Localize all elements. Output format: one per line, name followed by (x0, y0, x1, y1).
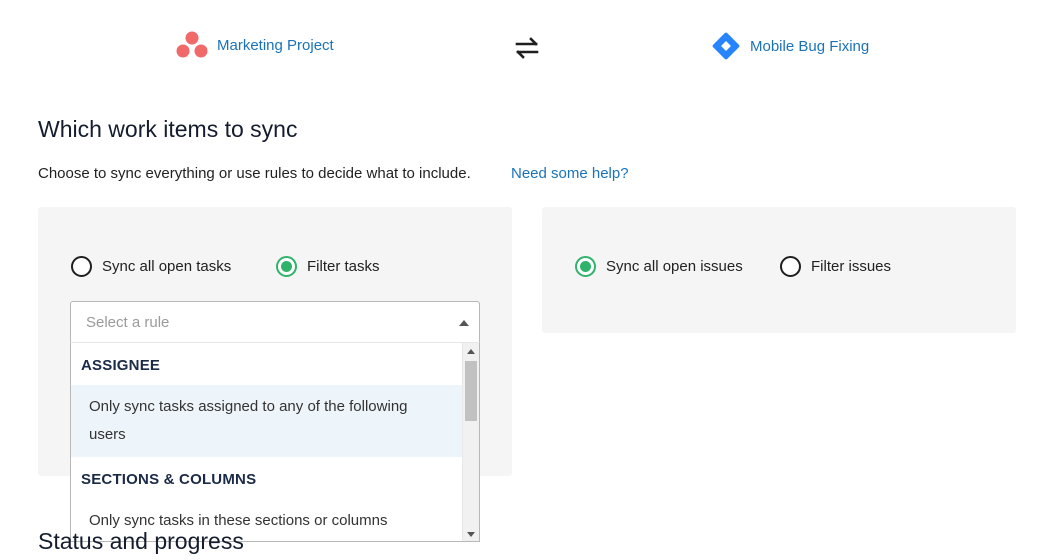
jira-logo-icon (712, 32, 740, 60)
source-project-link[interactable]: Marketing Project (175, 30, 334, 60)
option-assigned-users[interactable]: Only sync tasks assigned to any of the f… (71, 385, 463, 457)
radio-unchecked-icon (780, 256, 801, 277)
group-header-sections: SECTIONS & COLUMNS (81, 471, 257, 488)
rule-select-placeholder: Select a rule (86, 314, 170, 331)
section-subtitle: Choose to sync everything or use rules t… (38, 165, 471, 182)
asana-logo-icon (176, 31, 208, 58)
radio-label: Filter tasks (307, 258, 380, 275)
target-project-name: Mobile Bug Fixing (750, 37, 870, 55)
sync-all-open-tasks-radio[interactable]: Sync all open tasks (71, 256, 231, 277)
filter-issues-radio[interactable]: Filter issues (780, 256, 891, 277)
swap-arrows-icon (515, 37, 539, 59)
dropdown-scrollbar[interactable] (462, 343, 479, 541)
radio-checked-icon (575, 256, 596, 277)
section-title: Which work items to sync (38, 116, 298, 142)
source-project-name: Marketing Project (217, 36, 334, 54)
radio-label: Sync all open tasks (102, 258, 232, 275)
rule-dropdown-menu: ASSIGNEE Only sync tasks assigned to any… (70, 342, 480, 542)
group-header-assignee: ASSIGNEE (81, 357, 161, 374)
scrollbar-thumb[interactable] (465, 361, 477, 421)
help-link[interactable]: Need some help? (511, 165, 629, 182)
target-project-link[interactable]: Mobile Bug Fixing (710, 30, 869, 62)
radio-label: Sync all open issues (606, 258, 743, 275)
sync-all-open-issues-radio[interactable]: Sync all open issues (575, 256, 743, 277)
radio-label: Filter issues (811, 258, 892, 275)
radio-unchecked-icon (71, 256, 92, 277)
status-progress-title: Status and progress (38, 528, 244, 554)
filter-tasks-radio[interactable]: Filter tasks (276, 256, 380, 277)
rule-select[interactable]: Select a rule (70, 301, 480, 343)
scroll-down-icon[interactable] (467, 532, 475, 537)
scroll-up-icon[interactable] (467, 349, 475, 354)
caret-up-icon (459, 320, 469, 326)
radio-checked-icon (276, 256, 297, 277)
